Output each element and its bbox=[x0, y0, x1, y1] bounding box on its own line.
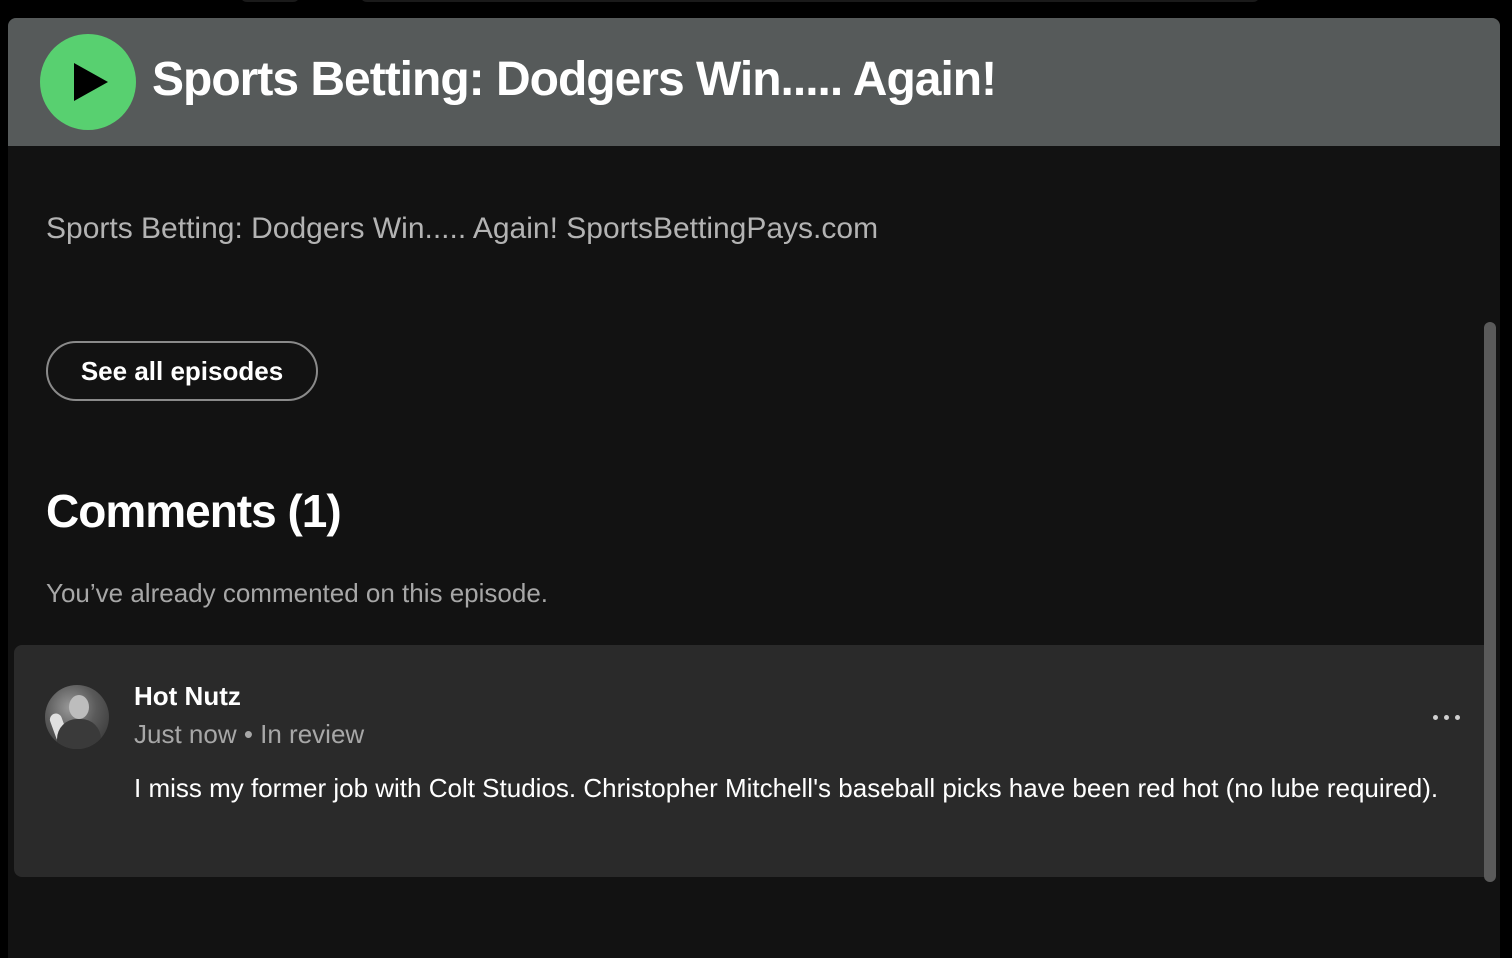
episode-header: Sports Betting: Dodgers Win..... Again! bbox=[8, 18, 1500, 146]
comment-card: Hot Nutz Just now • In review I miss my … bbox=[14, 645, 1494, 877]
episode-description: Sports Betting: Dodgers Win..... Again! … bbox=[46, 212, 879, 245]
comment-text: I miss my former job with Colt Studios. … bbox=[134, 773, 1439, 803]
top-bar-search[interactable] bbox=[360, 0, 1260, 2]
comments-heading: Comments (1) bbox=[46, 485, 342, 537]
top-bar-control[interactable] bbox=[240, 0, 300, 2]
episode-title: Sports Betting: Dodgers Win..... Again! bbox=[152, 53, 997, 106]
top-bar bbox=[0, 0, 1512, 18]
scrollbar[interactable] bbox=[1484, 322, 1496, 882]
comment-meta: Just now • In review bbox=[134, 719, 365, 749]
play-button[interactable] bbox=[40, 34, 136, 130]
more-options-button[interactable] bbox=[1424, 703, 1468, 731]
already-commented-notice: You’ve already commented on this episode… bbox=[46, 578, 549, 608]
more-options-icon bbox=[1432, 714, 1438, 720]
see-all-episodes-button[interactable]: See all episodes bbox=[46, 341, 318, 401]
episode-panel: Sports Betting: Dodgers Win..... Again! … bbox=[8, 18, 1500, 958]
play-icon bbox=[74, 63, 108, 101]
avatar[interactable] bbox=[45, 685, 109, 749]
comment-author[interactable]: Hot Nutz bbox=[134, 681, 241, 712]
